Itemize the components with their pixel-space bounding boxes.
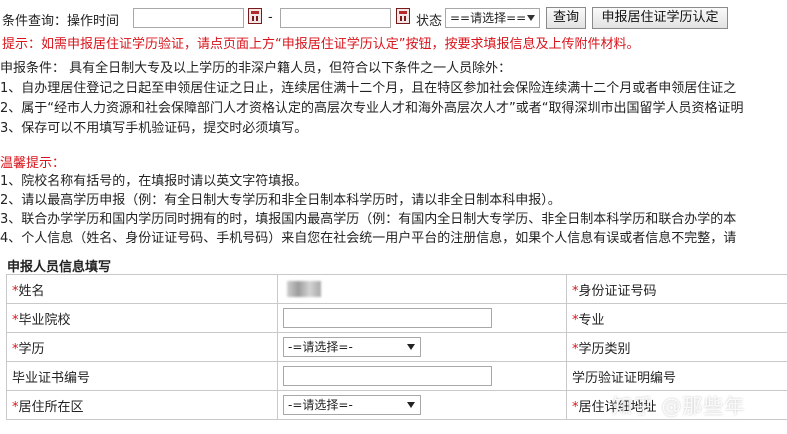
- calendar-icon[interactable]: [396, 8, 410, 24]
- status-select-value: ==请选择==: [450, 11, 527, 25]
- name-label-cell: *姓名: [6, 274, 278, 304]
- calendar-icon[interactable]: [248, 8, 262, 24]
- diploma-number-input-cell: [277, 361, 567, 391]
- query-bar: 条件查询：操作时间 - 状态 ==请选择== 查询 申报居住证学历认定: [0, 0, 787, 30]
- district-select[interactable]: -=请选择=-: [283, 395, 421, 415]
- form-row: *毕业院校 *专业: [6, 303, 787, 333]
- education-type-label-cell: *学历类别: [566, 332, 787, 362]
- verification-number-label: 学历验证证明编号: [572, 370, 677, 386]
- education-type-label: 学历类别: [578, 341, 631, 357]
- condition-item: 2、属于“经市人力资源和社会保障部门人才资格认定的高层次专业人才和海外高层次人才…: [0, 101, 744, 116]
- education-select-cell: -=请选择=-: [277, 332, 567, 362]
- verification-number-label-cell: 学历验证证明编号: [566, 361, 787, 391]
- district-select-cell: -=请选择=-: [277, 390, 567, 420]
- school-input-cell: [277, 303, 567, 333]
- condition-item: 3、保存可以不用填写手机验证码，提交时必须填写。: [0, 121, 308, 136]
- conditions-header: 申报条件： 具有全日制大专及以上学历的非深户籍人员，但符合以下条件之一人员除外：: [0, 61, 512, 76]
- start-date-input[interactable]: [133, 8, 244, 28]
- end-date-input[interactable]: [280, 8, 391, 28]
- chevron-down-icon: [407, 402, 415, 408]
- diploma-number-label: 毕业证书编号: [12, 370, 91, 386]
- query-label: 条件查询：操作时间: [2, 14, 120, 29]
- apply-residence-education-button[interactable]: 申报居住证学历认定: [592, 7, 728, 29]
- reminder-item: 4、个人信息（姓名、身份证证号码、手机号码）来自您在社会统一用户平台的注册信息，…: [0, 231, 737, 246]
- education-select-value: -=请选择=-: [288, 340, 353, 354]
- reminder-item: 2、请以最高学历申报（例：有全日制大专学历和非全日制本科学历时，请以非全日制本科…: [0, 193, 561, 208]
- district-select-value: -=请选择=-: [288, 398, 353, 412]
- form-row: *姓名 *身份证证号码: [6, 274, 787, 304]
- reminder-item: 3、联合办学学历和国内学历同时拥有的时，填报国内最高学历（例：有国内全日制大专学…: [0, 212, 737, 227]
- district-label: 居住所在区: [18, 399, 84, 415]
- zhihu-watermark: 知乎 @那些年: [612, 394, 746, 418]
- major-label: 专业: [578, 312, 605, 328]
- name-value-cell: [277, 274, 567, 304]
- chevron-down-icon: [407, 344, 415, 350]
- education-label-cell: *学历: [6, 332, 278, 362]
- diploma-number-input[interactable]: [283, 366, 492, 386]
- form-row: 毕业证书编号 学历验证证明编号: [6, 361, 787, 391]
- school-input[interactable]: [283, 308, 492, 328]
- school-label: 毕业院校: [18, 312, 71, 328]
- reminder-item: 1、院校名称有括号的，在填报时请以英文字符填报。: [0, 174, 308, 189]
- chevron-down-icon: [527, 15, 535, 21]
- blurred-name-value: [287, 281, 321, 297]
- id-number-label-cell: *身份证证号码: [566, 274, 787, 304]
- major-label-cell: *专业: [566, 303, 787, 333]
- id-number-label: 身份证证号码: [578, 283, 657, 299]
- tip-line: 提示：如需申报居住证学历验证，请点页面上方“申报居住证学历认定”按钮，按要求填报…: [2, 37, 640, 52]
- education-label: 学历: [18, 341, 45, 357]
- reminder-title: 温馨提示：: [0, 156, 66, 171]
- form-row: *学历 -=请选择=- *学历类别: [6, 332, 787, 362]
- form-section-title: 申报人员信息填写: [7, 260, 112, 275]
- name-label: 姓名: [18, 283, 45, 299]
- diploma-number-label-cell: 毕业证书编号: [6, 361, 278, 391]
- query-button[interactable]: 查询: [546, 7, 586, 29]
- condition-item: 1、自办理居住登记之日起至申领居住证之日止，连续居住满十二个月，且在特区参加社会…: [0, 81, 737, 96]
- date-range-dash: -: [268, 10, 273, 25]
- district-label-cell: *居住所在区: [6, 390, 278, 420]
- status-label: 状态: [416, 14, 443, 29]
- status-select[interactable]: ==请选择==: [445, 8, 540, 28]
- education-select[interactable]: -=请选择=-: [283, 337, 421, 357]
- school-label-cell: *毕业院校: [6, 303, 278, 333]
